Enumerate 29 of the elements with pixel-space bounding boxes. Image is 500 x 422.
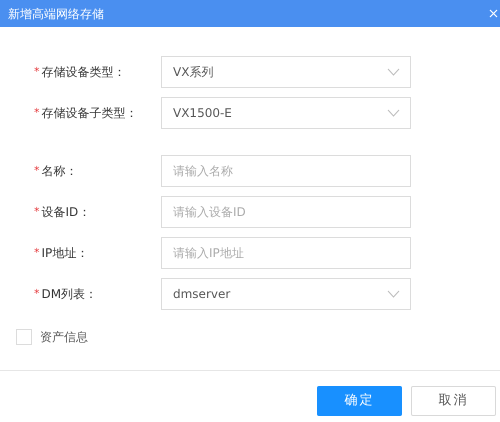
field-label: 存储设备子类型：: [42, 105, 138, 122]
select-dropdown[interactable]: VX系列: [161, 56, 411, 88]
required-asterisk: *: [34, 286, 40, 302]
text-input[interactable]: 请输入IP地址: [161, 237, 411, 269]
select-value: VX系列: [173, 64, 214, 81]
required-asterisk: *: [34, 64, 40, 80]
select-dropdown[interactable]: dmserver: [161, 278, 411, 310]
select-value: dmserver: [173, 286, 230, 303]
field-label: 存储设备类型：: [42, 64, 126, 81]
chevron-down-icon: [387, 68, 400, 76]
required-asterisk: *: [34, 204, 40, 220]
field-label: DM列表：: [42, 286, 98, 303]
cancel-button[interactable]: 取消: [411, 386, 496, 416]
field-label: 设备ID：: [42, 204, 90, 221]
required-asterisk: *: [34, 244, 40, 261]
checkbox[interactable]: [16, 329, 32, 345]
select-value: VX1500-E: [173, 105, 232, 122]
text-input[interactable]: 请输入名称: [161, 155, 411, 187]
chevron-down-icon: [387, 109, 400, 117]
field-label: IP地址：: [42, 245, 88, 262]
close-icon[interactable]: [489, 9, 498, 18]
dialog-title: 新增高端网络存储: [8, 6, 104, 22]
field-label: 名称：: [42, 163, 78, 180]
text-input[interactable]: 请输入设备ID: [161, 196, 411, 228]
select-dropdown[interactable]: VX1500-E: [161, 97, 411, 129]
checkbox-label: 资产信息: [40, 329, 88, 346]
required-asterisk: *: [34, 162, 40, 179]
chevron-down-icon: [387, 290, 400, 298]
required-asterisk: *: [34, 104, 40, 121]
